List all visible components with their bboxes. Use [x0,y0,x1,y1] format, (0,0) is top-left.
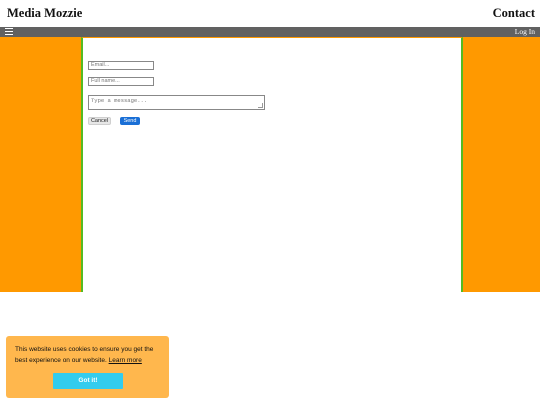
resize-handle-icon[interactable] [258,103,263,108]
message-textarea[interactable]: Type a message... [88,95,265,110]
site-header: Media Mozzie Contact [0,0,540,27]
cancel-button[interactable]: Cancel [88,117,111,125]
fullname-input[interactable]: Full name... [88,77,154,86]
hamburger-menu-icon[interactable] [5,28,13,36]
site-brand[interactable]: Media Mozzie [7,6,82,21]
learn-more-link[interactable]: Learn more [109,357,142,364]
message-placeholder: Type a message... [91,97,148,104]
login-link[interactable]: Log In [515,27,535,37]
got-it-button[interactable]: Got it! [53,373,123,389]
contact-form-panel: Email... Full name... Type a message... … [81,37,463,292]
right-sidebar [463,37,540,292]
cookie-message: This website uses cookies to ensure you … [15,344,165,366]
nav-bar: Log In [0,27,540,37]
left-sidebar [0,37,81,292]
cookie-banner: This website uses cookies to ensure you … [6,336,169,398]
contact-link[interactable]: Contact [493,6,535,21]
send-button[interactable]: Send [120,117,140,125]
email-input[interactable]: Email... [88,61,154,70]
